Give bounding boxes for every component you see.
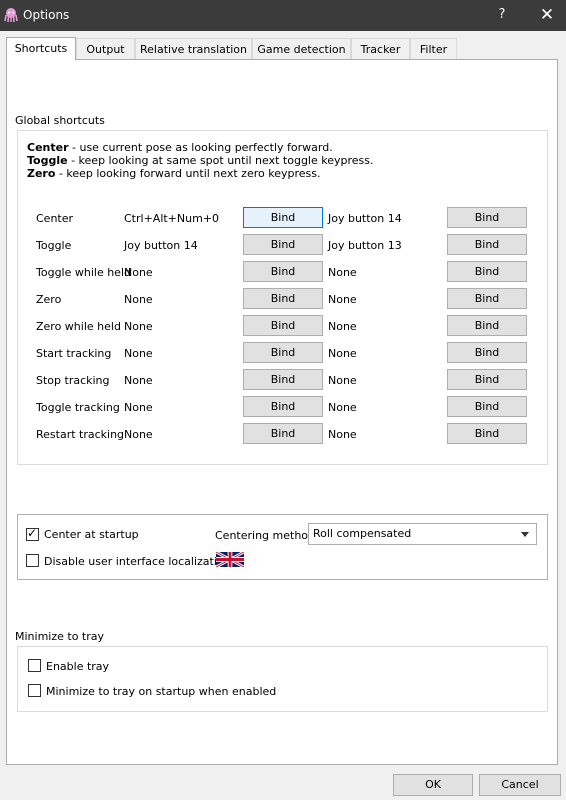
desc-toggle: Toggle - keep looking at same spot until… <box>27 154 374 167</box>
bind-button-toggle-tracking-key2[interactable]: Bind <box>447 396 527 417</box>
shortcut-key2-value: None <box>328 401 357 414</box>
shortcut-key2-value: None <box>328 266 357 279</box>
bind-button-toggle-tracking-key1[interactable]: Bind <box>243 396 323 417</box>
bind-button-toggle-while-held-key2[interactable]: Bind <box>447 261 527 282</box>
center-at-startup-label: Center at startup <box>44 528 139 541</box>
shortcut-key1-value: None <box>124 320 153 333</box>
shortcut-key2-value: None <box>328 428 357 441</box>
tab-relative-translation[interactable]: Relative translation <box>135 38 252 59</box>
shortcut-label-zero: Zero <box>36 293 62 306</box>
shortcut-key2-value: None <box>328 374 357 387</box>
shortcut-key1-value: None <box>124 266 153 279</box>
bind-button-center-key1[interactable]: Bind <box>243 207 323 228</box>
centering-method-label: Centering method <box>215 529 316 542</box>
bind-button-center-key2[interactable]: Bind <box>447 207 527 228</box>
help-button[interactable]: ? <box>490 4 514 26</box>
bind-button-restart-tracking-key1[interactable]: Bind <box>243 423 323 444</box>
shortcut-key2-value: None <box>328 320 357 333</box>
bind-button-start-tracking-key1[interactable]: Bind <box>243 342 323 363</box>
shortcut-label-stop-tracking: Stop tracking <box>36 374 110 387</box>
bind-button-zero-key1[interactable]: Bind <box>243 288 323 309</box>
close-button[interactable]: ✕ <box>535 4 559 26</box>
bind-button-stop-tracking-key1[interactable]: Bind <box>243 369 323 390</box>
minimize-to-tray-title: Minimize to tray <box>15 630 105 643</box>
uk-flag-icon <box>216 552 244 567</box>
shortcut-label-restart-tracking: Restart tracking <box>36 428 125 441</box>
bind-button-toggle-while-held-key1[interactable]: Bind <box>243 261 323 282</box>
shortcut-key2-value: Joy button 13 <box>328 239 402 252</box>
cancel-button[interactable]: Cancel <box>479 774 561 796</box>
tab-filter[interactable]: Filter <box>410 38 457 59</box>
shortcut-key1-value: Joy button 14 <box>124 239 198 252</box>
enable-tray-label: Enable tray <box>46 660 110 673</box>
title-bar: Options ? ✕ <box>0 0 566 31</box>
shortcut-key1-value: None <box>124 428 153 441</box>
shortcut-label-start-tracking: Start tracking <box>36 347 112 360</box>
minimize-on-startup-checkbox[interactable] <box>28 684 41 697</box>
shortcut-key2-value: Joy button 14 <box>328 212 402 225</box>
dropdown-arrow-icon <box>521 532 529 537</box>
global-shortcuts-title: Global shortcuts <box>15 114 105 127</box>
shortcut-label-center: Center <box>36 212 74 225</box>
minimize-on-startup-label: Minimize to tray on startup when enabled <box>46 685 277 698</box>
bind-button-toggle-key1[interactable]: Bind <box>243 234 323 255</box>
disable-localization-label: Disable user interface localization <box>44 555 231 568</box>
desc-zero: Zero - keep looking forward until next z… <box>27 167 321 180</box>
shortcut-key2-value: None <box>328 293 357 306</box>
tab-tracker[interactable]: Tracker <box>351 38 410 59</box>
tab-game-detection[interactable]: Game detection <box>252 38 351 59</box>
bind-button-zero-while-held-key2[interactable]: Bind <box>447 315 527 336</box>
centering-method-select[interactable]: Roll compensated <box>308 523 537 545</box>
shortcut-key1-value: None <box>124 401 153 414</box>
bind-button-stop-tracking-key2[interactable]: Bind <box>447 369 527 390</box>
shortcut-label-toggle: Toggle <box>36 239 72 252</box>
shortcut-label-toggle-while-held: Toggle while held <box>36 266 131 279</box>
bind-button-toggle-key2[interactable]: Bind <box>447 234 527 255</box>
shortcut-key1-value: None <box>124 374 153 387</box>
shortcut-label-zero-while-held: Zero while held <box>36 320 121 333</box>
enable-tray-checkbox[interactable] <box>28 659 41 672</box>
bind-button-zero-key2[interactable]: Bind <box>447 288 527 309</box>
disable-localization-checkbox[interactable] <box>26 554 39 567</box>
ok-button[interactable]: OK <box>393 774 473 796</box>
shortcut-key2-value: None <box>328 347 357 360</box>
tab-shortcuts[interactable]: Shortcuts <box>6 37 76 60</box>
shortcut-key1-value: None <box>124 293 153 306</box>
desc-center: Center - use current pose as looking per… <box>27 141 333 154</box>
tray-group <box>17 646 548 712</box>
tab-output[interactable]: Output <box>76 38 135 59</box>
shortcut-key1-value: Ctrl+Alt+Num+0 <box>124 212 220 225</box>
bind-button-zero-while-held-key1[interactable]: Bind <box>243 315 323 336</box>
bind-button-restart-tracking-key2[interactable]: Bind <box>447 423 527 444</box>
window-title: Options <box>23 8 70 22</box>
shortcut-key1-value: None <box>124 347 153 360</box>
centering-method-value: Roll compensated <box>313 527 412 540</box>
bind-button-start-tracking-key2[interactable]: Bind <box>447 342 527 363</box>
center-at-startup-checkbox[interactable] <box>26 526 39 541</box>
app-octopus-icon <box>4 8 18 23</box>
shortcut-label-toggle-tracking: Toggle tracking <box>36 401 120 414</box>
